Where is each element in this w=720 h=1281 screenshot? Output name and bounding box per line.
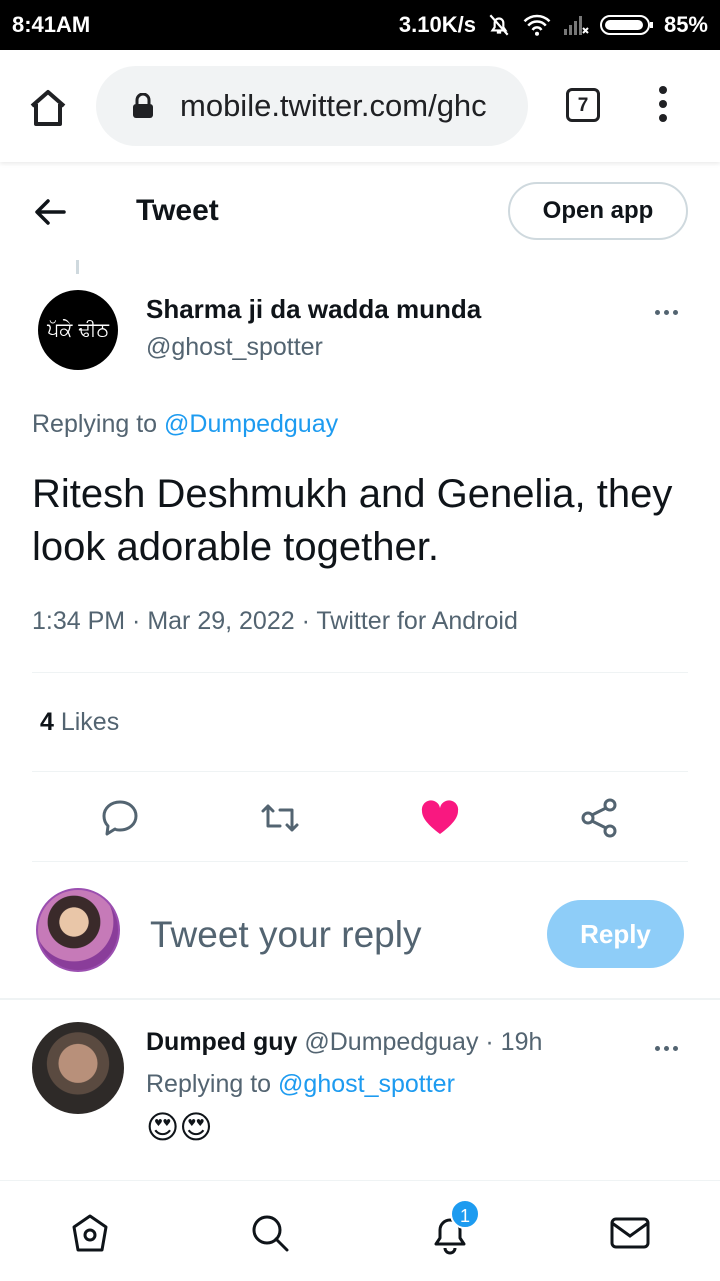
mute-bell-icon — [489, 14, 509, 36]
status-icons: 3.10K/s 85% — [399, 12, 708, 38]
reply-icon[interactable] — [98, 796, 142, 840]
reply-replying-prefix: Replying to — [146, 1070, 279, 1098]
search-icon[interactable] — [248, 1211, 292, 1255]
reply-header: Dumped guy @Dumpedguay · 19h — [146, 1028, 543, 1056]
battery-icon — [599, 15, 653, 35]
bottom-navigation: 1 — [0, 1180, 720, 1281]
replying-to: Replying to @Dumpedguay — [32, 410, 338, 439]
browser-menu-icon[interactable] — [654, 86, 672, 126]
more-options-icon[interactable] — [655, 302, 682, 320]
network-speed: 3.10K/s — [398, 12, 476, 37]
open-app-button[interactable]: Open app — [508, 182, 688, 240]
tweet-text: Ritesh Deshmukh and Genelia, they look a… — [32, 472, 673, 569]
lock-icon — [133, 93, 153, 118]
divider — [32, 672, 688, 673]
reply-author-avatar[interactable] — [32, 1022, 124, 1114]
status-bar: 8:41AM 3.10K/s 85% — [0, 0, 720, 50]
replying-prefix: Replying to — [32, 410, 165, 438]
reply-more-options-icon[interactable] — [655, 1038, 682, 1056]
url-bar[interactable]: mobile.twitter.com/ghc — [96, 66, 528, 146]
home-nav-icon[interactable] — [68, 1211, 112, 1255]
author-name[interactable]: Sharma ji da wadda munda — [146, 294, 481, 325]
thread-line — [76, 260, 79, 274]
reply-author-name[interactable]: Dumped guy — [146, 1028, 297, 1056]
retweet-icon[interactable] — [258, 796, 302, 840]
like-heart-icon[interactable] — [418, 796, 462, 840]
tweet-page-header: Tweet Open app — [0, 162, 720, 260]
back-arrow-icon[interactable] — [30, 192, 70, 232]
notifications-badge: 1 — [450, 1199, 480, 1229]
messages-mail-icon[interactable] — [608, 1211, 652, 1255]
reply-time: 19h — [500, 1028, 543, 1056]
home-icon[interactable] — [24, 84, 72, 132]
battery-level: 85% — [663, 12, 708, 37]
reply-input[interactable]: Tweet your reply — [150, 914, 421, 956]
status-time: 8:41AM — [12, 12, 91, 37]
reply-replying-to-link[interactable]: @ghost_spotter — [278, 1070, 455, 1098]
likes-count[interactable]: 4 Likes — [40, 708, 119, 737]
replying-to-link[interactable]: @Dumpedguay — [164, 410, 338, 438]
author-avatar[interactable]: ਪੱਕੇ ਢੀਠ — [38, 290, 118, 370]
author-handle[interactable]: @ghost_spotter — [146, 333, 323, 362]
current-user-avatar — [36, 888, 120, 972]
likes-number: 4 — [40, 708, 54, 736]
signal-icon — [563, 16, 589, 35]
reply-author-handle[interactable]: @Dumpedguay — [304, 1028, 478, 1056]
wifi-icon — [523, 14, 551, 36]
divider — [32, 771, 688, 772]
divider — [0, 998, 720, 1000]
likes-label: Likes — [53, 708, 120, 736]
url-text: mobile.twitter.com/ghc — [180, 88, 487, 123]
reply-text: 😍😍 — [146, 1109, 213, 1145]
reply-composer: Tweet your reply Reply — [0, 862, 720, 1000]
browser-toolbar: mobile.twitter.com/ghc 7 — [0, 50, 720, 162]
reply-replying-to: Replying to @ghost_spotter — [146, 1070, 455, 1099]
tab-switcher-button[interactable]: 7 — [566, 88, 600, 122]
page-title: Tweet — [136, 194, 219, 227]
share-icon[interactable] — [578, 796, 622, 840]
tweet-meta: 1:34 PM · Mar 29, 2022 · Twitter for And… — [32, 607, 518, 635]
reply-button[interactable]: Reply — [547, 900, 684, 968]
